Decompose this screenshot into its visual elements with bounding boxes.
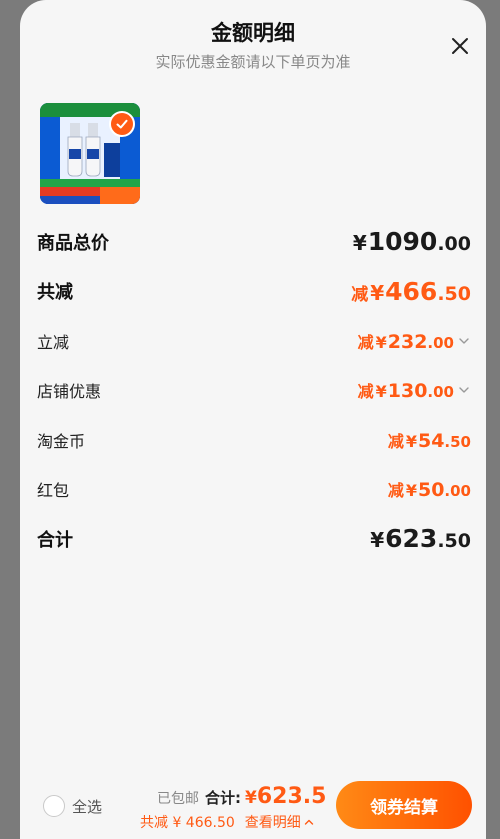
amount-row-value: 减 ¥50.00 [388, 477, 471, 501]
amount-decimal: .50 [437, 530, 471, 553]
currency-symbol: ¥ [370, 280, 385, 305]
amount-decimal: .00 [427, 383, 454, 402]
sheet-header: 金额明细 实际优惠金额请以下单页为准 [20, 18, 486, 74]
amount-row-value: 减 ¥130.00 [358, 378, 471, 402]
amount-integer: 54 [417, 429, 445, 452]
discount-text: 共减 ¥ 466.50 [140, 815, 235, 831]
sheet-title: 金额明细 [211, 21, 295, 45]
amount-integer: 623 [385, 524, 438, 554]
amount-row-label: 合计 [37, 529, 73, 551]
chevron-down-icon[interactable] [457, 383, 471, 397]
total-amount: 623.5 [256, 784, 327, 809]
amount-integer: 466 [385, 276, 438, 306]
amount-decimal: .50 [444, 432, 471, 451]
currency-symbol: ¥ [375, 382, 387, 402]
sheet-subtitle: 实际优惠金额请以下单页为准 [155, 53, 351, 71]
view-detail-label: 查看明细 [244, 815, 301, 831]
amount-row-label: 商品总价 [37, 232, 109, 254]
amount-rows: 商品总价 ¥1090.00 共减减 ¥466.50 立减减 ¥232.00 店铺优惠减 ¥13… [37, 217, 471, 564]
amount-row-label: 红包 [37, 481, 70, 501]
amount-row-label: 立减 [37, 332, 70, 352]
reduce-prefix: 减 [357, 382, 374, 402]
bottom-bar: 全选 已包邮 合计: ¥623.5 共减 ¥ 466.50 查看明细 领券结算 [20, 772, 486, 839]
currency-symbol: ¥ [370, 528, 385, 553]
amount-decimal: .00 [444, 482, 471, 501]
amount-row-value: ¥1090.00 [353, 227, 471, 256]
total-line: 已包邮 合计: ¥623.5 [157, 784, 326, 809]
amount-row[interactable]: 店铺优惠 减 ¥130.00 [37, 366, 471, 416]
amount-integer: 50 [417, 479, 445, 502]
total-value: ¥623.5 [245, 784, 326, 809]
close-icon[interactable] [450, 36, 470, 56]
chevron-down-icon[interactable] [457, 334, 471, 348]
total-currency: ¥ [245, 788, 257, 808]
select-all-label[interactable]: 全选 [72, 796, 102, 817]
amount-integer: 1090 [367, 227, 438, 257]
reduce-prefix: 减 [387, 431, 404, 451]
amount-detail-sheet: 金额明细 实际优惠金额请以下单页为准 商品总价 ¥1090.00 共减减 ¥466.5… [20, 0, 486, 839]
amount-row[interactable]: 立减 减 ¥232.00 [37, 316, 471, 366]
amount-row-label: 店铺优惠 [37, 382, 102, 402]
shipping-label: 已包邮 [157, 791, 199, 807]
currency-symbol: ¥ [375, 332, 387, 352]
amount-row-value: 减 ¥466.50 [351, 277, 471, 306]
amount-decimal: .00 [437, 233, 471, 256]
amount-row: 合计 ¥623.50 [37, 514, 471, 564]
check-icon [109, 111, 135, 137]
reduce-prefix: 减 [351, 284, 369, 305]
total-label: 合计: [205, 789, 241, 807]
amount-row: 商品总价 ¥1090.00 [37, 217, 471, 267]
reduce-prefix: 减 [387, 481, 404, 501]
amount-decimal: .00 [427, 333, 454, 352]
amount-row-value: 减 ¥54.50 [388, 428, 471, 452]
amount-decimal: .50 [437, 282, 471, 305]
amount-row-value: 减 ¥232.00 [358, 329, 471, 353]
amount-row: 共减 减 ¥466.50 [37, 267, 471, 317]
amount-row-value: ¥623.50 [370, 524, 471, 553]
view-detail-link[interactable]: 查看明细 [245, 812, 315, 832]
product-thumbnail[interactable] [40, 103, 140, 204]
amount-row: 红包 减 ¥50.00 [37, 465, 471, 515]
discount-line: 共减 ¥ 466.50 查看明细 [140, 812, 315, 832]
amount-row-label: 淘金币 [37, 431, 86, 451]
amount-integer: 130 [387, 380, 428, 403]
amount-row: 淘金币 减 ¥54.50 [37, 415, 471, 465]
amount-integer: 232 [387, 330, 428, 353]
checkout-button[interactable]: 领券结算 [336, 781, 472, 829]
chevron-up-icon [304, 819, 313, 825]
currency-symbol: ¥ [352, 231, 367, 256]
amount-row-label: 共减 [37, 282, 73, 304]
currency-symbol: ¥ [405, 431, 417, 451]
reduce-prefix: 减 [357, 332, 374, 352]
select-all-radio[interactable] [43, 795, 65, 817]
currency-symbol: ¥ [405, 481, 417, 501]
